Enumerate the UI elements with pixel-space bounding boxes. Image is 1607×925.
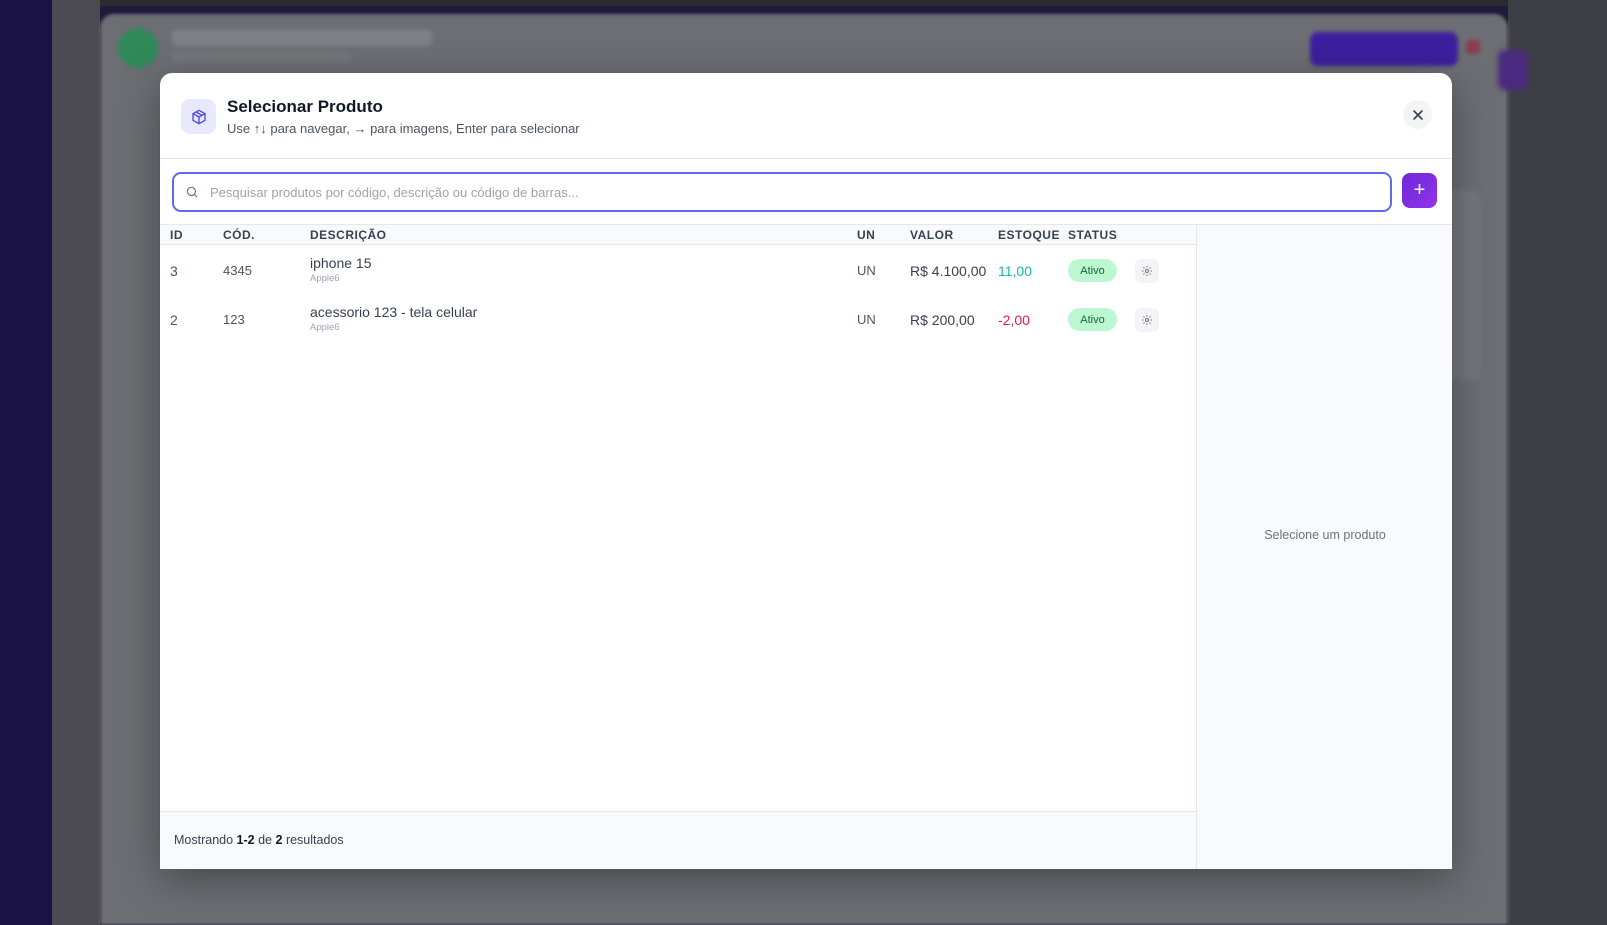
close-icon: [1412, 109, 1423, 120]
background-avatar: [118, 28, 158, 68]
background-right-panel: [1508, 0, 1607, 925]
row-description-title: acessorio 123 - tela celular: [310, 304, 478, 320]
table-row[interactable]: 2 123 acessorio 123 - tela celular Apple…: [160, 295, 1196, 344]
header-id[interactable]: ID: [170, 228, 183, 242]
row-stock: -2,00: [998, 312, 1030, 328]
select-product-modal: Selecionar Produto Use ↑↓ para navegar, …: [160, 73, 1452, 869]
background-strip: [52, 0, 100, 925]
row-settings-button[interactable]: [1135, 259, 1159, 283]
search-input[interactable]: [210, 174, 1380, 210]
background-action-button: [1310, 32, 1458, 66]
header-status[interactable]: STATUS: [1068, 228, 1117, 242]
status-badge: Ativo: [1068, 308, 1117, 331]
modal-title: Selecionar Produto: [227, 97, 383, 116]
row-brand: Apple6: [310, 322, 340, 333]
search-box: [172, 172, 1392, 212]
preview-empty-message: Selecione um produto: [1264, 528, 1386, 542]
header-unit[interactable]: UN: [857, 228, 875, 242]
gear-icon: [1142, 266, 1152, 276]
background-topbar: [0, 0, 1607, 6]
plus-icon: +: [1413, 179, 1426, 201]
row-code: 123: [223, 312, 245, 327]
results-count: Mostrando 1-2 de 2 resultados: [174, 833, 344, 847]
row-unit: UN: [857, 263, 876, 278]
row-unit: UN: [857, 312, 876, 327]
close-button[interactable]: [1403, 100, 1432, 129]
header-description[interactable]: DESCRIÇÃO: [310, 228, 387, 242]
row-brand: Apple6: [310, 273, 340, 284]
results-footer: Mostrando 1-2 de 2 resultados: [160, 811, 1196, 869]
row-stock: 11,00: [998, 263, 1032, 279]
modal-subtitle: Use ↑↓ para navegar, → para imagens, Ent…: [227, 121, 580, 136]
row-value: R$ 4.100,00: [910, 263, 987, 279]
modal-header: Selecionar Produto Use ↑↓ para navegar, …: [160, 73, 1452, 159]
table-row[interactable]: 3 4345 iphone 15 Apple6 UN R$ 4.100,00 1…: [160, 246, 1196, 295]
results-suffix: resultados: [285, 833, 344, 847]
background-sidebar: [0, 0, 52, 925]
product-preview-panel: Selecione um produto: [1196, 224, 1452, 869]
results-range: 1-2: [236, 833, 255, 847]
row-value: R$ 200,00: [910, 312, 975, 328]
row-description: acessorio 123 - tela celular Apple6: [310, 304, 477, 333]
row-id: 2: [170, 312, 178, 328]
header-code[interactable]: CÓD.: [223, 228, 255, 242]
row-code: 4345: [223, 263, 252, 278]
package-icon: [181, 99, 216, 134]
results-prefix: Mostrando: [174, 833, 234, 847]
row-description-title: iphone 15: [310, 255, 372, 271]
product-list: ID CÓD. DESCRIÇÃO UN VALOR ESTOQUE STATU…: [160, 224, 1196, 869]
background-subtitle: [172, 52, 352, 62]
row-description: iphone 15 Apple6: [310, 255, 372, 284]
results-middle: de: [258, 833, 273, 847]
add-product-button[interactable]: +: [1402, 173, 1437, 208]
status-badge: Ativo: [1068, 259, 1117, 282]
search-icon: [186, 186, 198, 198]
gear-icon: [1142, 315, 1152, 325]
background-close: [1466, 40, 1480, 54]
background-accent: [1498, 50, 1528, 90]
table-header: ID CÓD. DESCRIÇÃO UN VALOR ESTOQUE STATU…: [160, 225, 1196, 245]
header-stock[interactable]: ESTOQUE: [998, 228, 1060, 242]
header-value[interactable]: VALOR: [910, 228, 954, 242]
results-total: 2: [275, 833, 283, 847]
row-settings-button[interactable]: [1135, 308, 1159, 332]
background-title: [172, 30, 432, 46]
row-id: 3: [170, 263, 178, 279]
